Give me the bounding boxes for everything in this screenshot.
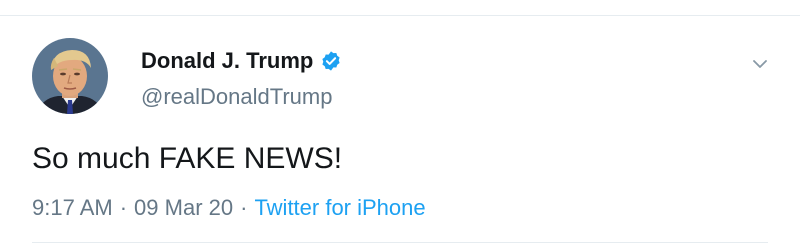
tweet-date[interactable]: 09 Mar 20 bbox=[134, 195, 233, 221]
top-divider bbox=[0, 15, 800, 16]
chevron-down-icon[interactable] bbox=[750, 54, 770, 74]
author-name-row: Donald J. Trump bbox=[141, 46, 342, 76]
verified-badge-icon bbox=[320, 50, 342, 72]
tweet-text: So much FAKE NEWS! bbox=[32, 142, 343, 175]
meta-separator: · bbox=[119, 195, 128, 220]
avatar[interactable] bbox=[32, 38, 108, 114]
tweet-source-link[interactable]: Twitter for iPhone bbox=[254, 195, 425, 221]
tweet-card: Donald J. Trump @realDonaldTrump So much… bbox=[0, 0, 800, 252]
meta-separator: · bbox=[240, 195, 248, 220]
avatar-image bbox=[32, 38, 108, 114]
author-display-name[interactable]: Donald J. Trump bbox=[141, 48, 313, 74]
bottom-divider bbox=[32, 242, 768, 243]
tweet-time[interactable]: 9:17 AM bbox=[32, 195, 113, 221]
author-handle[interactable]: @realDonaldTrump bbox=[141, 84, 332, 110]
tweet-meta: 9:17 AM · 09 Mar 20 · Twitter for iPhone bbox=[32, 195, 426, 221]
